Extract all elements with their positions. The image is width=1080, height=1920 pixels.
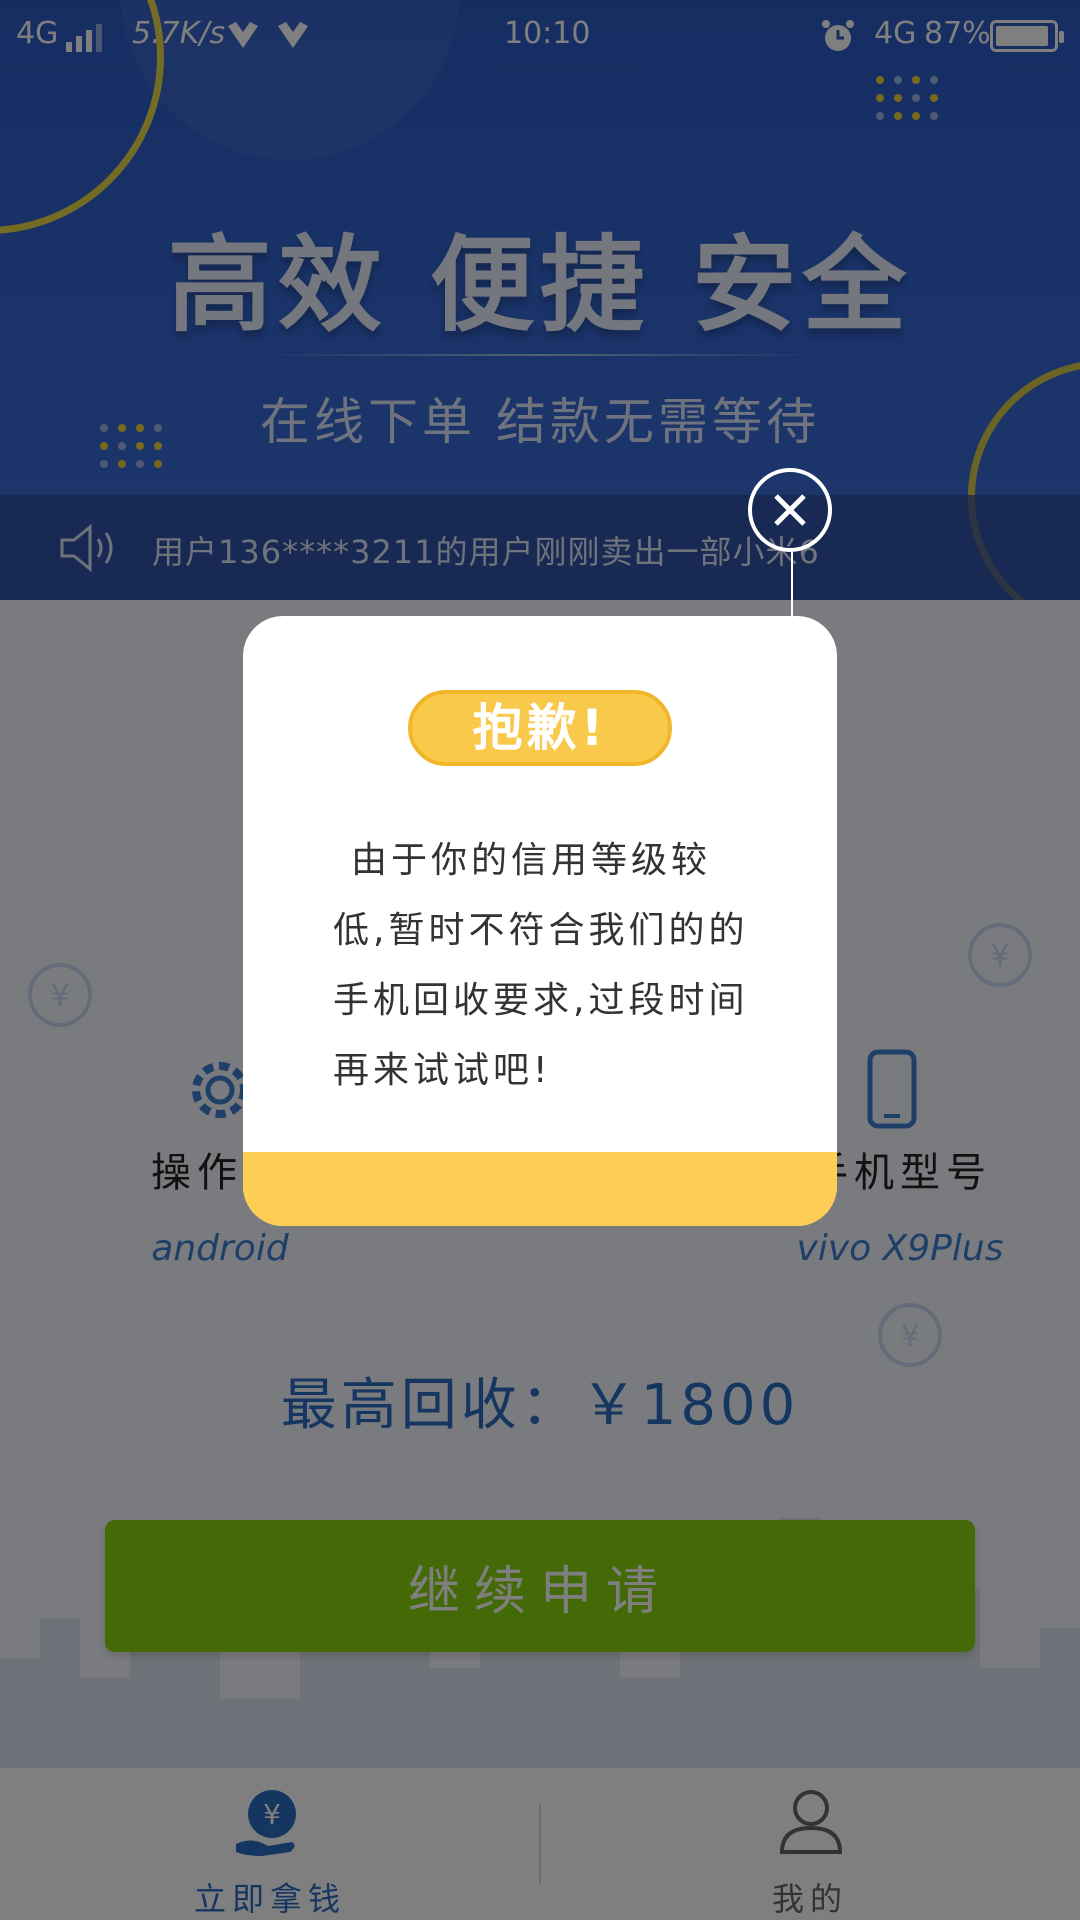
rejection-dialog: 抱歉! 由于你的信用等级较低,暂时不符合我们的的手机回收要求,过段时间再来试试吧… bbox=[243, 616, 837, 1226]
sorry-badge: 抱歉! bbox=[408, 690, 672, 766]
dialog-message: 由于你的信用等级较低,暂时不符合我们的的手机回收要求,过段时间再来试试吧! bbox=[333, 840, 749, 1091]
close-dialog-button[interactable] bbox=[748, 468, 832, 552]
close-icon bbox=[774, 494, 806, 526]
close-connector-line bbox=[791, 552, 793, 616]
dialog-footer bbox=[243, 1152, 837, 1226]
